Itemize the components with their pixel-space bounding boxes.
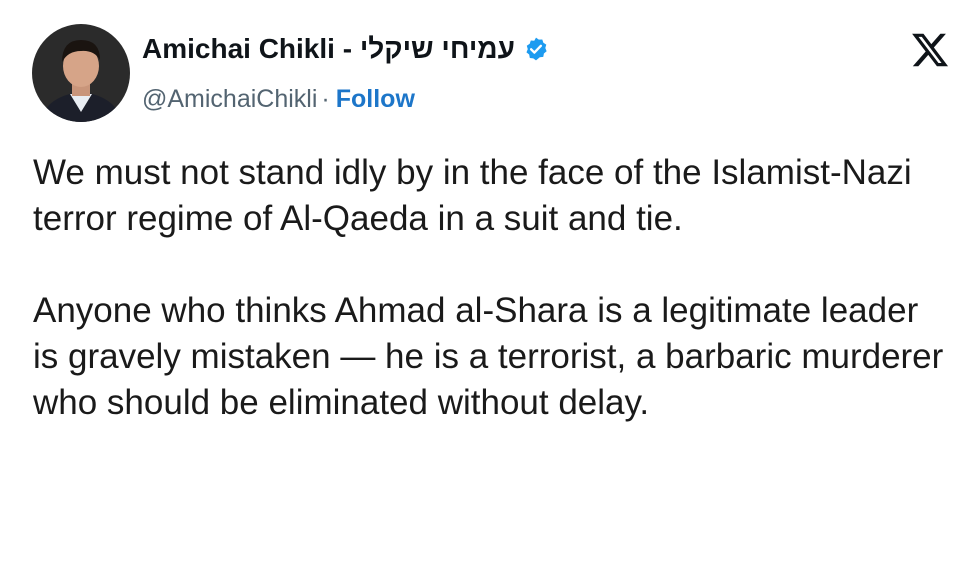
tweet-paragraph-2: Anyone who thinks Ahmad al-Shara is a le… [33,291,944,422]
verified-badge-icon [523,36,549,62]
author-identity: Amichai Chikli - עמיחי שיקלי @AmichaiChi… [142,32,549,114]
avatar-image [32,24,130,122]
tweet-card: Amichai Chikli - עמיחי שיקלי @AmichaiChi… [0,0,978,565]
x-logo-icon[interactable] [910,30,950,70]
follow-button[interactable]: Follow [336,85,415,113]
author-name-row: Amichai Chikli - עמיחי שיקלי [142,32,549,66]
author-display-name[interactable]: Amichai Chikli - עמיחי שיקלי [142,32,515,66]
avatar[interactable] [32,24,130,122]
tweet-paragraph-1: We must not stand idly by in the face of… [33,153,912,238]
tweet-header: Amichai Chikli - עמיחי שיקלי @AmichaiChi… [32,24,549,122]
author-handle-row: @AmichaiChikli · Follow [142,84,549,114]
handle-separator: · [321,85,330,113]
author-handle[interactable]: @AmichaiChikli [142,85,317,113]
tweet-text: We must not stand idly by in the face of… [33,150,953,426]
